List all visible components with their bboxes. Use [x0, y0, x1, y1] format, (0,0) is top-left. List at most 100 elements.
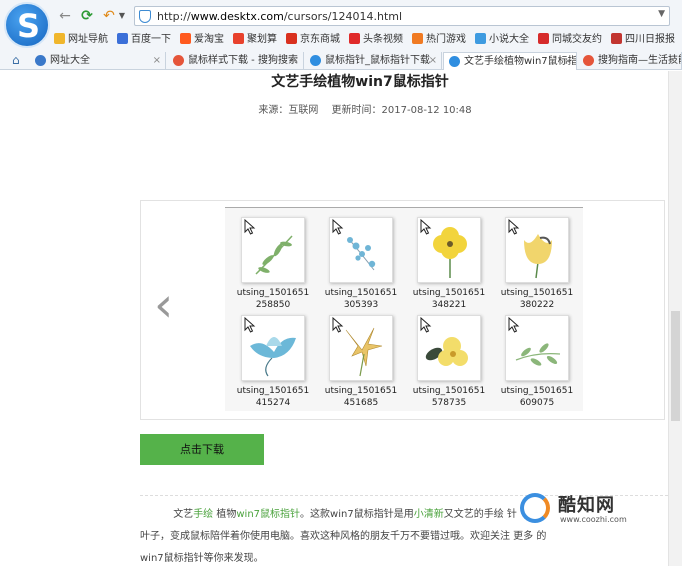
bookmark-label: 聚划算: [247, 34, 277, 45]
thumbnail-caption: utsing_1501651 415274: [236, 386, 310, 408]
tab-label: 网址大全: [50, 55, 90, 66]
tab-favicon-icon: [310, 55, 321, 66]
shield-icon: [139, 10, 151, 23]
close-icon[interactable]: ×: [429, 52, 437, 69]
bookmark-item[interactable]: 京东商城: [286, 31, 349, 49]
bookmark-item[interactable]: 网址导航: [54, 31, 117, 49]
site-favicon-icon: [412, 33, 423, 44]
thumbnail-caption: utsing_1501651 380222: [500, 288, 574, 310]
bookmark-item[interactable]: 头条视频: [349, 31, 412, 49]
site-favicon-icon: [538, 33, 549, 44]
tag-link[interactable]: win7鼠标指针: [236, 509, 300, 520]
article-meta: 来源：互联网 更新时间：2017-08-12 10:48: [220, 101, 510, 116]
close-icon[interactable]: ×: [153, 52, 161, 69]
leaves-illustration-icon: [505, 315, 569, 381]
browser-tab[interactable]: 鼠标指针_鼠标指针下载 ×: [305, 52, 442, 70]
back-arrow-icon[interactable]: ←: [56, 7, 74, 25]
bookmark-item[interactable]: 聚划算: [233, 31, 286, 49]
bookmark-label: 网址导航: [68, 34, 108, 45]
preview-gallery: ‹ utsing_1501651 258850 utsing_1501651 305…: [140, 200, 665, 420]
site-favicon-icon: [611, 33, 622, 44]
cursor-thumbnail: utsing_1501651 258850: [231, 211, 311, 310]
bookmark-item[interactable]: 小说大全: [475, 31, 538, 49]
bookmark-item[interactable]: 爱淘宝: [180, 31, 233, 49]
page-content: 文艺手绘植物win7鼠标指针 来源：互联网 更新时间：2017-08-12 10…: [0, 71, 682, 566]
chevron-down-icon[interactable]: ▼: [117, 7, 127, 25]
cursor-thumbnail: utsing_1501651 609075: [495, 309, 575, 408]
cursor-thumbnail: utsing_1501651 578735: [407, 309, 487, 408]
refresh-icon[interactable]: ⟳: [78, 7, 96, 25]
close-icon[interactable]: ×: [291, 52, 299, 69]
bookmark-item[interactable]: 热门游戏: [412, 31, 475, 49]
bookmark-item[interactable]: 四川日报报: [611, 31, 682, 49]
tab-strip: ⌂ 网址大全 × 鼠标样式下载 - 搜狗搜索 × 鼠标指针_鼠标指针下载 × 文艺手绘植物w…: [0, 51, 682, 70]
tulip-illustration-icon: [505, 217, 569, 283]
bloom-illustration-icon: [417, 315, 481, 381]
home-icon[interactable]: ⌂: [12, 53, 20, 67]
thumbnail-caption: utsing_1501651 348221: [412, 288, 486, 310]
bookmark-item[interactable]: 同城交友约: [538, 31, 611, 49]
chevron-down-icon[interactable]: ▼: [658, 9, 665, 19]
close-icon[interactable]: ×: [564, 53, 572, 70]
article-updated: 更新时间：2017-08-12 10:48: [331, 105, 472, 116]
site-favicon-icon: [117, 33, 128, 44]
browser-chrome: ← ⟳ ↶ ▼ http://www.desktx.com/cursors/12…: [0, 0, 682, 70]
scrollbar-thumb[interactable]: [671, 311, 680, 421]
star-icon: [54, 33, 65, 44]
lotus-illustration-icon: [241, 315, 305, 381]
address-bar[interactable]: http://www.desktx.com/cursors/124014.htm…: [134, 6, 670, 26]
browser-tab[interactable]: 鼠标样式下载 - 搜狗搜索 ×: [168, 52, 304, 70]
browser-tab[interactable]: 搜狗指南—生活技能 ×: [578, 52, 682, 70]
vertical-scrollbar[interactable]: [668, 71, 682, 566]
bookmark-label: 头条视频: [363, 34, 403, 45]
cursor-preview-image: utsing_1501651 258850 utsing_1501651 30539…: [225, 207, 583, 411]
bookmark-label: 百度一下: [131, 34, 171, 45]
undo-icon[interactable]: ↶: [100, 7, 118, 25]
thumbnail-caption: utsing_1501651 258850: [236, 288, 310, 310]
thumbnail-caption: utsing_1501651 305393: [324, 288, 398, 310]
site-favicon-icon: [349, 33, 360, 44]
bookmark-label: 四川日报报: [625, 34, 675, 45]
thumbnail-caption: utsing_1501651 578735: [412, 386, 486, 408]
bookmark-label: 热门游戏: [426, 34, 466, 45]
cursor-thumbnail: utsing_1501651 380222: [495, 211, 575, 310]
tab-favicon-icon: [449, 56, 460, 67]
poppy-illustration-icon: [417, 217, 481, 283]
bookmark-label: 京东商城: [300, 34, 340, 45]
tab-label: 文艺手绘植物win7鼠标指: [464, 56, 577, 67]
branch-illustration-icon: [241, 217, 305, 283]
tag-link[interactable]: 手绘: [193, 509, 213, 520]
browser-tab[interactable]: 文艺手绘植物win7鼠标指 ×: [443, 52, 577, 70]
browser-tab[interactable]: 网址大全 ×: [30, 52, 166, 70]
bookmark-label: 爱淘宝: [194, 34, 224, 45]
berries-illustration-icon: [329, 217, 393, 283]
url-text[interactable]: http://www.desktx.com/cursors/124014.htm…: [157, 10, 402, 23]
tab-favicon-icon: [583, 55, 594, 66]
tag-link[interactable]: 小清新: [414, 509, 444, 520]
thumbnail-caption: utsing_1501651 451685: [324, 386, 398, 408]
bookmark-label: 同城交友约: [552, 34, 602, 45]
site-favicon-icon: [233, 33, 244, 44]
coozhi-watermark: 酷知网 www.coozhi.com: [520, 493, 640, 529]
tab-label: 鼠标指针_鼠标指针下载: [325, 55, 430, 66]
lily-illustration-icon: [329, 315, 393, 381]
cursor-thumbnail: utsing_1501651 348221: [407, 211, 487, 310]
thumbnail-caption: utsing_1501651 609075: [500, 386, 574, 408]
bookmarks-bar: 网址导航 百度一下 爱淘宝 聚划算 京东商城 头条视频 热门游戏 小说大全 同城交友约 四川日报报…: [54, 31, 682, 49]
cursor-thumbnail: utsing_1501651 305393: [319, 211, 399, 310]
bookmark-item[interactable]: 百度一下: [117, 31, 180, 49]
tab-favicon-icon: [173, 55, 184, 66]
cursor-thumbnail: utsing_1501651 415274: [231, 309, 311, 408]
close-icon[interactable]: ×: [669, 52, 677, 69]
article-title: 文艺手绘植物win7鼠标指针: [271, 74, 449, 90]
site-favicon-icon: [286, 33, 297, 44]
site-favicon-icon: [180, 33, 191, 44]
coozhi-logo-icon: [520, 493, 550, 523]
article-source: 来源：互联网: [258, 105, 319, 116]
sogou-logo-icon[interactable]: [4, 2, 50, 48]
tab-label: 鼠标样式下载 - 搜狗搜索: [188, 55, 298, 66]
bookmark-label: 小说大全: [489, 34, 529, 45]
cursor-thumbnail: utsing_1501651 451685: [319, 309, 399, 408]
download-button[interactable]: 点击下载: [140, 434, 264, 465]
prev-arrow-icon[interactable]: ‹: [154, 281, 173, 329]
